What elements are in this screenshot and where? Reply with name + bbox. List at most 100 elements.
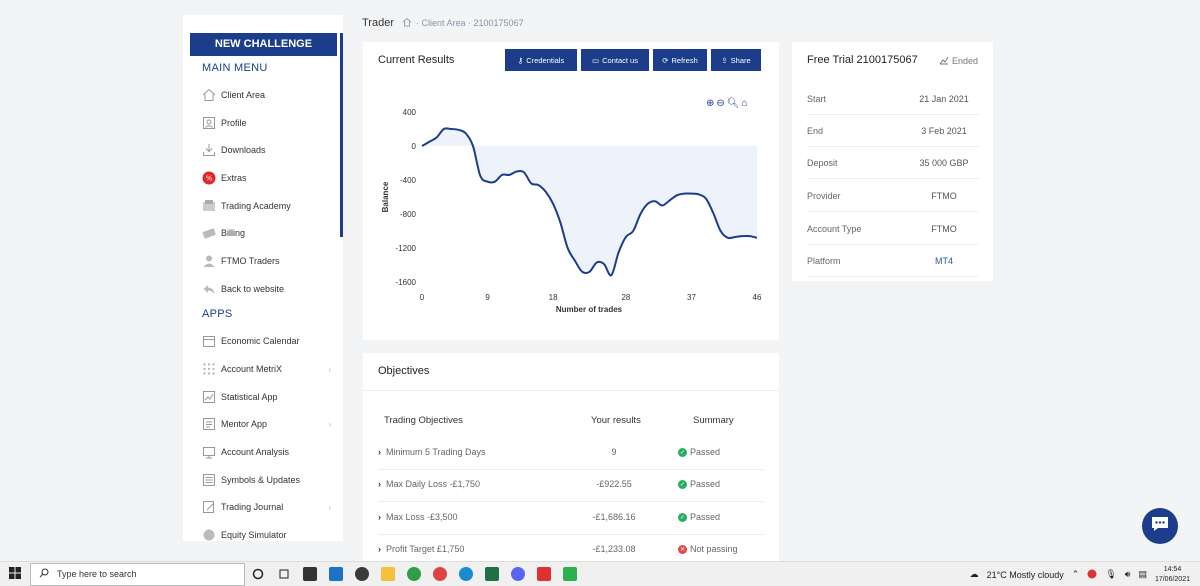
sidebar-item-extras[interactable]: % Extras bbox=[201, 168, 331, 188]
x-tick-label: 28 bbox=[621, 293, 630, 302]
objective-result: 9 bbox=[611, 447, 617, 457]
sidebar-item-billing[interactable]: Billing bbox=[201, 223, 331, 243]
x-tick-label: 18 bbox=[549, 293, 558, 302]
excel-icon[interactable] bbox=[479, 562, 505, 586]
summary-text: Passed bbox=[690, 512, 721, 522]
discord-icon[interactable] bbox=[505, 562, 531, 586]
chevron-right-icon[interactable]: › bbox=[378, 479, 381, 489]
sidebar-item-mentor-app[interactable]: Mentor App › bbox=[201, 414, 331, 434]
trial-row: Deposit 35 000 GBP bbox=[807, 147, 979, 179]
cortana-icon[interactable] bbox=[245, 562, 271, 586]
trial-row: End 3 Feb 2021 bbox=[807, 115, 979, 147]
sidebar-item-label: Equity Simulator bbox=[221, 530, 287, 540]
sidebar-item-ftmo-traders[interactable]: FTMO Traders bbox=[201, 251, 331, 271]
x-axis-label: Number of trades bbox=[556, 305, 623, 314]
objective-row[interactable]: › Max Loss -£3,500 -£1,686.16 ✓ Passed bbox=[378, 503, 764, 535]
sidebar-item-equity-simulator[interactable]: Equity Simulator bbox=[201, 525, 331, 541]
sidebar-item-account-analysis[interactable]: Account Analysis bbox=[201, 442, 331, 462]
sidebar-item-statistical-app[interactable]: Statistical App bbox=[201, 387, 331, 407]
main-menu-title: MAIN MENU bbox=[202, 62, 268, 74]
sidebar-item-trading-academy[interactable]: Trading Academy bbox=[201, 196, 331, 216]
weather-text[interactable]: 21°C Mostly cloudy bbox=[987, 570, 1064, 580]
sidebar-item-back-to-website[interactable]: Back to website bbox=[201, 279, 331, 299]
sidebar-item-trading-journal[interactable]: Trading Journal › bbox=[201, 497, 331, 517]
objective-result: -£1,233.08 bbox=[592, 544, 636, 554]
trial-row-value: FTMO bbox=[931, 223, 957, 234]
chevron-right-icon[interactable]: › bbox=[378, 512, 381, 522]
journal-icon bbox=[201, 500, 216, 515]
trial-row-value: 3 Feb 2021 bbox=[921, 125, 967, 136]
store-icon[interactable] bbox=[297, 562, 323, 586]
objective-summary: ✓ Passed bbox=[678, 447, 720, 457]
chrome-profile-icon[interactable] bbox=[427, 562, 453, 586]
sidebar-item-label: Symbols & Updates bbox=[221, 475, 301, 485]
home-icon[interactable] bbox=[402, 17, 412, 29]
sidebar-item-downloads[interactable]: Downloads bbox=[201, 140, 331, 160]
metrix-icon bbox=[201, 362, 216, 377]
objective-cell: › Minimum 5 Trading Days bbox=[378, 447, 486, 457]
sidebar-item-label: Downloads bbox=[221, 145, 266, 155]
chat-button[interactable] bbox=[1142, 508, 1178, 544]
calendar-icon bbox=[201, 334, 216, 349]
trial-row-label: Account Type bbox=[807, 223, 862, 234]
notification-icon[interactable]: ▤ bbox=[1138, 569, 1147, 580]
breadcrumb-path[interactable]: · Client Area · 2100175067 bbox=[416, 18, 524, 28]
breadcrumb: Trader · Client Area · 2100175067 bbox=[362, 17, 524, 29]
file-explorer-icon[interactable] bbox=[375, 562, 401, 586]
task-view-icon[interactable] bbox=[271, 562, 297, 586]
clock-time: 14:54 bbox=[1163, 565, 1182, 573]
col-header-results: Your results bbox=[591, 415, 641, 426]
trial-row: Platform MT4 bbox=[807, 245, 979, 277]
check-circle-icon: ✓ bbox=[678, 479, 687, 489]
edge-icon[interactable] bbox=[453, 562, 479, 586]
objective-label: Profit Target £1,750 bbox=[386, 544, 465, 554]
symbols-icon bbox=[201, 473, 216, 488]
chat-bubble-icon bbox=[1150, 515, 1170, 538]
summary-text: Passed bbox=[690, 447, 721, 457]
sidebar-item-symbols-updates[interactable]: Symbols & Updates bbox=[201, 470, 331, 490]
app-icon[interactable] bbox=[349, 562, 375, 586]
objective-row[interactable]: › Minimum 5 Trading Days 9 ✓ Passed bbox=[378, 438, 764, 470]
x-tick-label: 37 bbox=[687, 293, 696, 302]
sidebar-item-label: Account MetriX bbox=[221, 364, 283, 374]
mail-icon[interactable] bbox=[323, 562, 349, 586]
profile-icon bbox=[201, 116, 216, 131]
sidebar-item-client-area[interactable]: Client Area bbox=[201, 85, 331, 105]
trial-row-value[interactable]: MT4 bbox=[909, 256, 979, 266]
y-tick-label: 0 bbox=[412, 142, 417, 151]
chevron-up-icon[interactable]: ⌃ bbox=[1072, 569, 1080, 580]
new-challenge-button[interactable]: NEW CHALLENGE bbox=[190, 33, 337, 56]
trial-row-label: Start bbox=[807, 93, 827, 104]
objective-result: -£922.55 bbox=[596, 479, 632, 489]
sidebar-scrollbar[interactable] bbox=[340, 33, 343, 237]
chrome-icon[interactable] bbox=[401, 562, 427, 586]
volume-icon[interactable]: 🔊︎ bbox=[1125, 569, 1131, 580]
back-icon bbox=[201, 282, 216, 297]
flash-app-icon[interactable] bbox=[531, 562, 557, 586]
chevron-right-icon[interactable]: › bbox=[378, 544, 381, 554]
chevron-right-icon: › bbox=[328, 502, 331, 512]
chat-app-icon[interactable] bbox=[557, 562, 583, 586]
sidebar: NEW CHALLENGE MAIN MENU Client Area Prof… bbox=[183, 15, 343, 541]
sidebar-item-profile[interactable]: Profile bbox=[201, 113, 331, 133]
svg-text:%: % bbox=[205, 175, 212, 183]
microphone-icon[interactable]: 🎙︎ bbox=[1105, 569, 1116, 580]
status-badge: Ended bbox=[939, 55, 978, 67]
sidebar-item-account-metrix[interactable]: Account MetriX › bbox=[201, 359, 331, 379]
x-tick-label: 0 bbox=[420, 293, 425, 302]
sidebar-item-label: Extras bbox=[221, 173, 247, 183]
sidebar-item-label: Account Analysis bbox=[221, 447, 290, 457]
y-tick-label: -1600 bbox=[396, 278, 417, 287]
sidebar-item-economic-calendar[interactable]: Economic Calendar bbox=[201, 331, 331, 351]
chevron-right-icon[interactable]: › bbox=[378, 447, 381, 457]
windows-start-button[interactable] bbox=[0, 562, 30, 586]
taskbar-clock[interactable]: 14:54 17/06/2021 bbox=[1155, 565, 1190, 585]
objective-row[interactable]: › Max Daily Loss -£1,750 -£922.55 ✓ Passed bbox=[378, 470, 764, 502]
windows-logo-icon bbox=[9, 567, 21, 581]
sidebar-item-label: Profile bbox=[221, 118, 247, 128]
taskbar-search-input[interactable]: Type here to search bbox=[30, 562, 245, 586]
search-placeholder: Type here to search bbox=[57, 569, 137, 579]
antivirus-icon[interactable] bbox=[1087, 569, 1097, 581]
y-tick-label: -1200 bbox=[396, 244, 417, 253]
objective-summary: ✓ Passed bbox=[678, 479, 720, 489]
